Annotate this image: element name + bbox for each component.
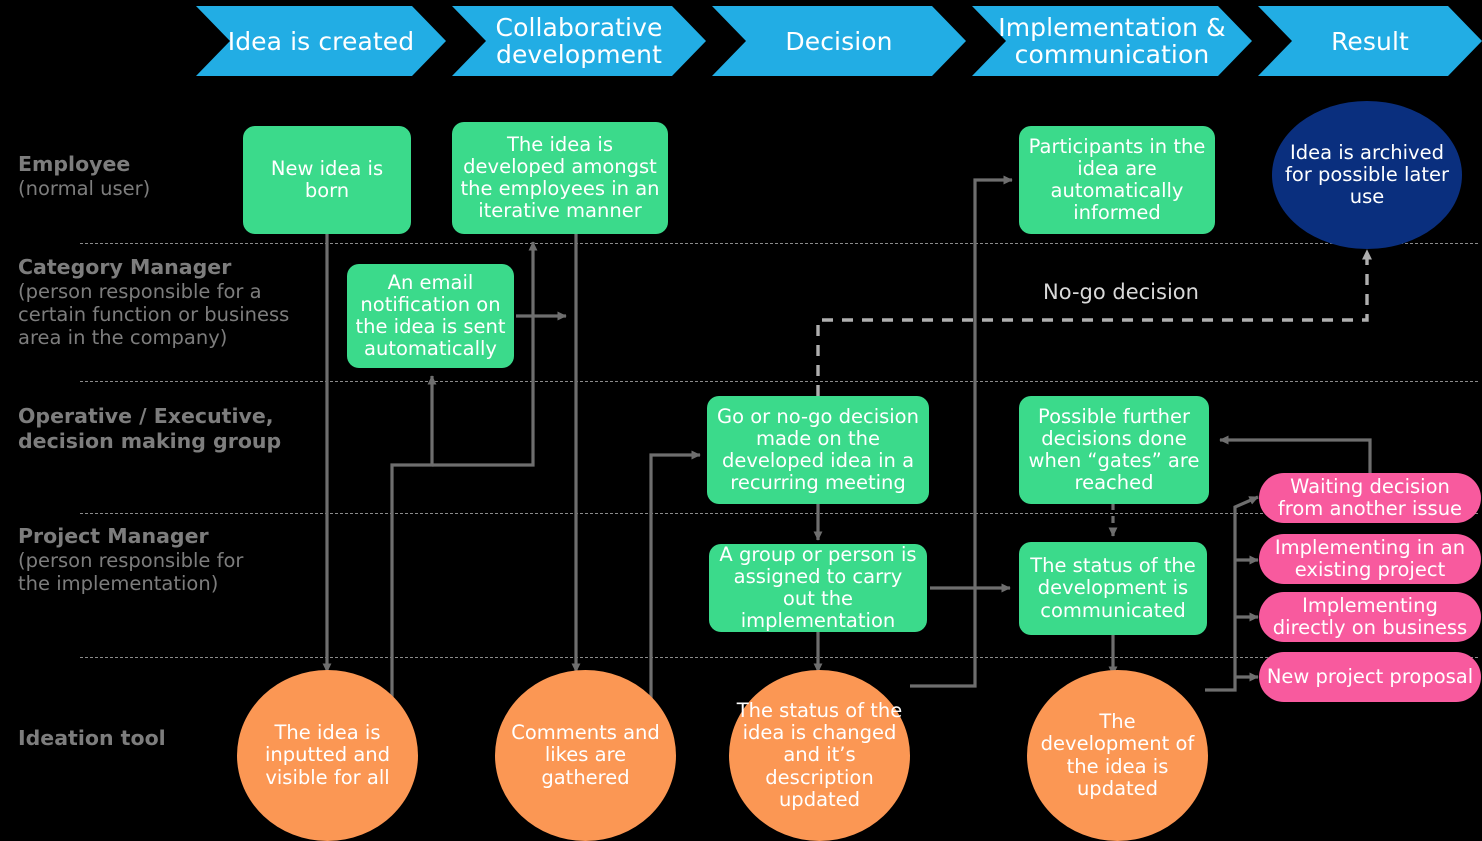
edge-label-no-go: No-go decision [1043,280,1199,304]
lane-title: Ideation tool [18,726,166,750]
node-text: The status of the idea is changed and it… [736,698,903,811]
phase-label: Collaborative development [495,13,663,69]
node-text: The idea is inputted and visible for all [264,721,391,789]
phase-result[interactable]: Result [1258,6,1482,76]
node-text: Go or no-go decision made on the develop… [717,404,919,495]
node-text: Possible further decisions done when “ga… [1028,404,1200,495]
lane-label-operative: Operative / Executive, decision making g… [18,404,308,453]
node-text: An email notification on the idea is sen… [355,270,506,361]
node-waiting-decision[interactable]: Waiting decision from another issue [1259,473,1481,523]
node-text: The status of the development is communi… [1030,554,1196,622]
node-idea-archived[interactable]: Idea is archived for possible later use [1272,101,1462,249]
phase-decision[interactable]: Decision [712,6,966,76]
node-implementing-business[interactable]: Implementing directly on business [1259,592,1481,642]
node-text: New idea is born [270,156,384,202]
swimlane-diagram: Idea is created Collaborative developmen… [0,0,1482,841]
phase-label: Result [1331,26,1409,56]
node-text: Waiting decision from another issue [1277,474,1463,520]
lane-label-category-manager: Category Manager (person responsible for… [18,255,330,350]
edge-waiting-to-possiblefurther [1219,435,1372,475]
node-comments-likes[interactable]: Comments and likes are gathered [495,670,676,841]
edge-comments-to-gonogo [649,450,701,700]
node-text: The development of the idea is updated [1040,710,1195,800]
phase-label: Implementation & communication [998,13,1226,69]
node-idea-inputted[interactable]: The idea is inputted and visible for all [237,670,418,841]
node-new-project-proposal[interactable]: New project proposal [1259,652,1481,702]
lane-label-ideation-tool: Ideation tool [18,726,268,751]
node-implementing-existing[interactable]: Implementing in an existing project [1259,534,1481,584]
lane-title: Category Manager [18,255,232,279]
node-idea-developed[interactable]: The idea is developed amongst the employ… [452,122,668,234]
node-development-updated[interactable]: The development of the idea is updated [1027,670,1208,841]
lane-desc: (person responsible for the implementati… [18,548,244,595]
edge-nogo-to-archived [816,249,1372,396]
node-group-assigned[interactable]: A group or person is assigned to carry o… [709,542,927,633]
phase-implementation[interactable]: Implementation & communication [972,6,1252,76]
node-new-idea-born[interactable]: New idea is born [243,126,411,234]
phase-label: Idea is created [227,26,415,56]
node-text: Comments and likes are gathered [511,721,660,789]
node-participants-informed[interactable]: Participants in the idea are automatical… [1019,126,1215,234]
lane-desc: (person responsible for a certain functi… [18,279,290,350]
lane-divider-1 [80,243,1478,244]
node-status-communicated[interactable]: The status of the development is communi… [1019,542,1207,635]
node-text: Idea is archived for possible later use [1284,140,1450,209]
node-text: New project proposal [1266,664,1474,688]
lane-label-project-manager: Project Manager (person responsible for … [18,524,268,595]
node-text: The idea is developed amongst the employ… [460,132,660,223]
node-go-nogo-decision[interactable]: Go or no-go decision made on the develop… [707,396,929,504]
node-text: Implementing directly on business [1272,593,1468,639]
edge-label-text: No-go decision [1043,280,1199,304]
node-email-notification[interactable]: An email notification on the idea is sen… [347,264,514,368]
node-possible-further[interactable]: Possible further decisions done when “ga… [1019,396,1209,504]
node-text: A group or person is assigned to carry o… [719,542,917,633]
edge-devupdated-to-waiting [1205,495,1259,692]
lane-title: Project Manager [18,524,209,548]
lane-divider-2 [80,381,1478,382]
lane-title: Operative / Executive, decision making g… [18,404,282,453]
phase-idea-created[interactable]: Idea is created [196,6,446,76]
node-status-changed[interactable]: The status of the idea is changed and it… [729,670,910,841]
edge-inputted-to-email [390,375,437,700]
node-text: Implementing in an existing project [1274,535,1466,581]
phase-label: Decision [785,26,893,56]
phase-collab-dev[interactable]: Collaborative development [452,6,706,76]
node-text: Participants in the idea are automatical… [1028,134,1206,225]
